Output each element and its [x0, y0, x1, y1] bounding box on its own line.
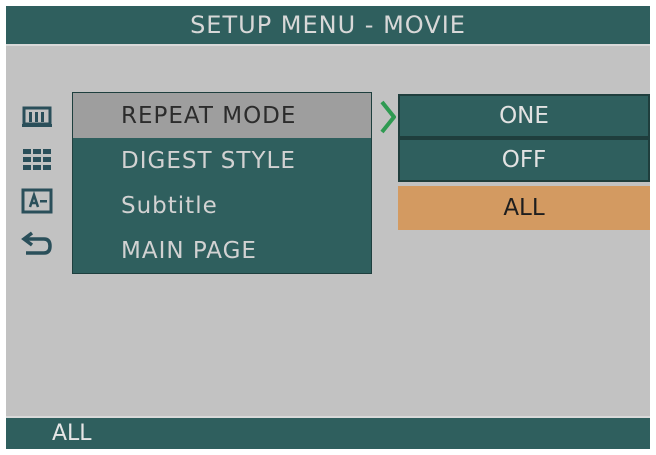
status-bar: ALL: [6, 416, 650, 449]
setup-menu-panel: REPEAT MODE DIGEST STYLE Subtitle MAIN P…: [72, 92, 372, 274]
menu-item-label: REPEAT MODE: [121, 102, 297, 129]
chevron-right-icon: [380, 100, 397, 134]
menu-item-main-page[interactable]: MAIN PAGE: [73, 228, 371, 273]
option-off[interactable]: OFF: [398, 138, 650, 182]
menu-item-label: MAIN PAGE: [121, 237, 257, 264]
status-text: ALL: [52, 421, 92, 446]
subtitle-icon[interactable]: [16, 186, 58, 216]
digest-grid-icon[interactable]: [16, 144, 58, 174]
menu-item-repeat-mode[interactable]: REPEAT MODE: [73, 93, 371, 138]
option-label: OFF: [501, 147, 547, 173]
menu-item-digest-style[interactable]: DIGEST STYLE: [73, 138, 371, 183]
option-all[interactable]: ALL: [398, 186, 650, 230]
repeat-mode-submenu: ONE OFF ALL: [398, 94, 650, 230]
menu-item-subtitle[interactable]: Subtitle: [73, 183, 371, 228]
option-one[interactable]: ONE: [398, 94, 650, 138]
option-label: ALL: [503, 195, 545, 221]
movie-mode-icon[interactable]: [16, 102, 58, 132]
menu-item-label: DIGEST STYLE: [121, 147, 296, 174]
option-label: ONE: [499, 103, 549, 129]
title-bar: SETUP MENU - MOVIE: [6, 6, 650, 46]
return-icon[interactable]: [16, 228, 58, 258]
tv-screen: SETUP MENU - MOVIE REPEAT MODE DIGEST ST…: [6, 6, 650, 449]
page-title: SETUP MENU - MOVIE: [190, 11, 466, 39]
menu-item-label: Subtitle: [121, 192, 218, 219]
